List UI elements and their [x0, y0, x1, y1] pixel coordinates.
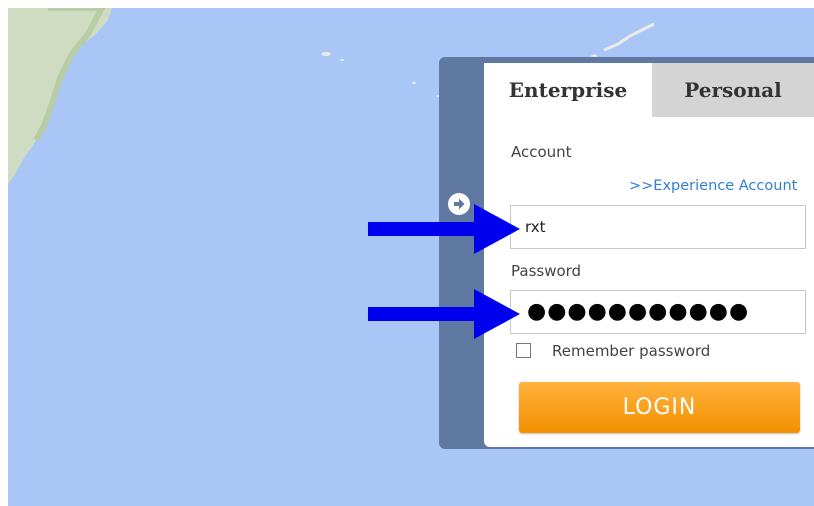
blue-arrow-icon	[368, 289, 520, 339]
password-label: Password	[511, 262, 582, 280]
remember-password-label: Remember password	[552, 342, 711, 360]
blue-arrow-icon	[368, 204, 520, 254]
remember-password-checkbox[interactable]	[516, 343, 531, 358]
account-label: Account	[511, 143, 572, 161]
login-tabs: Enterprise Personal	[484, 63, 814, 117]
experience-account-link[interactable]: >>Experience Account	[629, 178, 797, 194]
account-field-box[interactable]	[510, 205, 806, 249]
account-input[interactable]	[511, 206, 805, 248]
password-mask: ●●●●●●●●●●●	[527, 299, 750, 324]
login-button[interactable]: LOGIN	[519, 382, 800, 433]
tab-personal[interactable]: Personal	[652, 63, 814, 117]
password-field[interactable]: ●●●●●●●●●●●	[510, 290, 806, 334]
tab-enterprise[interactable]: Enterprise	[484, 63, 652, 117]
